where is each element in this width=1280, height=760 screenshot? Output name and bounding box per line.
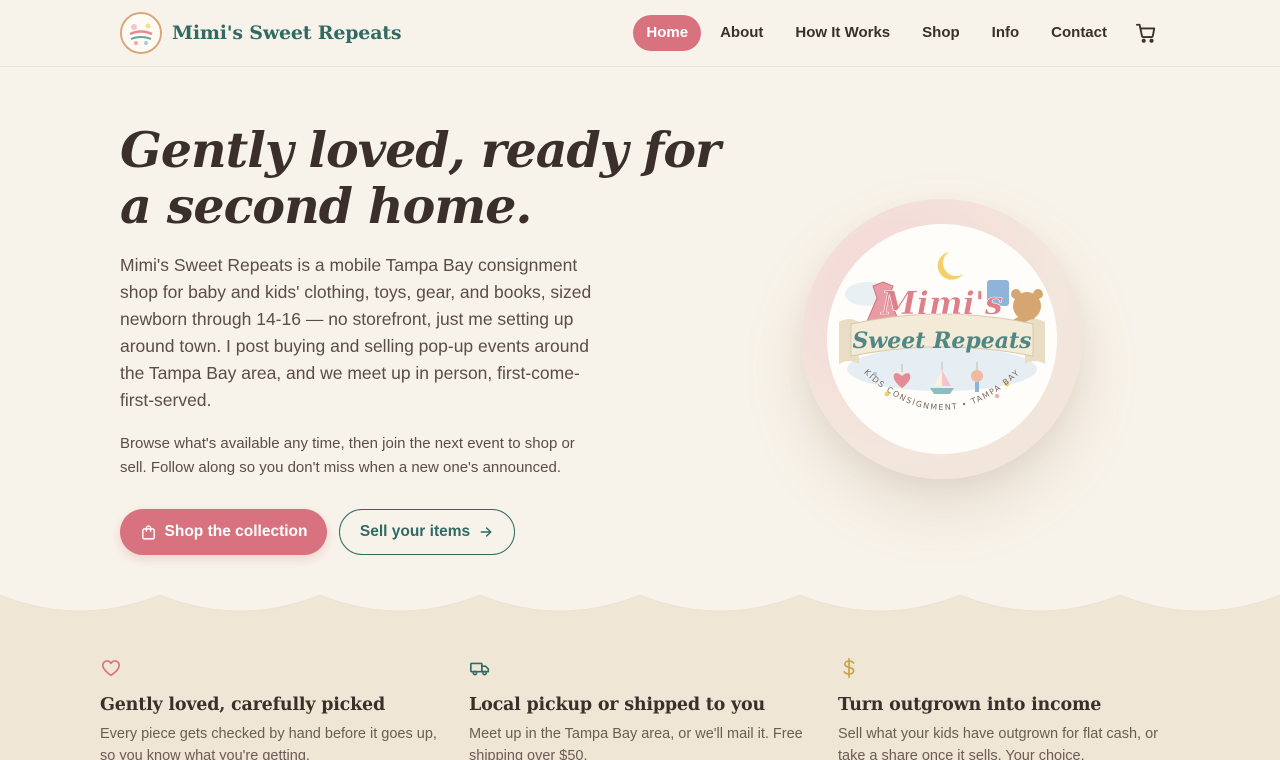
nav-home[interactable]: Home [633, 15, 702, 51]
feature-title: Local pickup or shipped to you [469, 695, 765, 715]
shopping-cart-icon[interactable] [1132, 15, 1160, 51]
shop-collection-label: Shop the collection [164, 523, 308, 540]
heart-icon [101, 660, 121, 677]
arrow-right-icon [480, 527, 492, 537]
shopping-bag-icon [141, 524, 155, 540]
nav-links: Home About How It Works Shop Info Contac… [633, 15, 1160, 51]
emblem-subtitle: Sweet Repeats [852, 328, 1031, 354]
scallop-divider [0, 595, 1280, 619]
hero-logo-emblem: Mimi's Sweet Repeats KIDS CONSIGNMENT • … [802, 199, 1082, 479]
brand-link[interactable]: Mimi's Sweet Repeats [120, 12, 402, 54]
sell-items-button[interactable]: Sell your items [339, 509, 515, 555]
dollar-icon [843, 658, 855, 678]
feature-text: Every piece gets checked by hand before … [100, 726, 437, 760]
feature-text: Meet up in the Tampa Bay area, or we'll … [469, 726, 803, 760]
top-nav: Mimi's Sweet Repeats Home About How It W… [0, 0, 1280, 67]
feature-card: Turn outgrown into income Sell what your… [838, 657, 1178, 760]
shop-collection-button[interactable]: Shop the collection [120, 509, 327, 555]
nav-info[interactable]: Info [979, 15, 1033, 51]
hero-title: Gently loved, ready for a second home. [120, 121, 721, 235]
emblem-logo: Mimi's Sweet Repeats KIDS CONSIGNMENT • … [827, 224, 1057, 454]
nav-shop[interactable]: Shop [909, 15, 973, 51]
nav-about[interactable]: About [707, 15, 776, 51]
hero-description: Mimi's Sweet Repeats is a mobile Tampa B… [120, 255, 592, 410]
nav-how-it-works[interactable]: How It Works [782, 15, 903, 51]
sell-items-label: Sell your items [359, 523, 471, 540]
feature-title: Gently loved, carefully picked [100, 695, 386, 715]
feature-title: Turn outgrown into income [838, 695, 1102, 715]
hero-subtext: Browse what's available any time, then j… [120, 435, 575, 476]
truck-icon [470, 662, 490, 676]
brand-logo [120, 12, 162, 54]
feature-text: Sell what your kids have outgrown for fl… [838, 726, 1158, 760]
feature-card: Gently loved, carefully picked Every pie… [100, 657, 440, 760]
features-band: Gently loved, carefully picked Every pie… [0, 619, 1280, 760]
nav-contact[interactable]: Contact [1038, 15, 1120, 51]
brand-name: Mimi's Sweet Repeats [172, 22, 402, 44]
feature-card: Local pickup or shipped to you Meet up i… [469, 657, 809, 760]
emblem-title: Mimi's [880, 284, 1002, 322]
